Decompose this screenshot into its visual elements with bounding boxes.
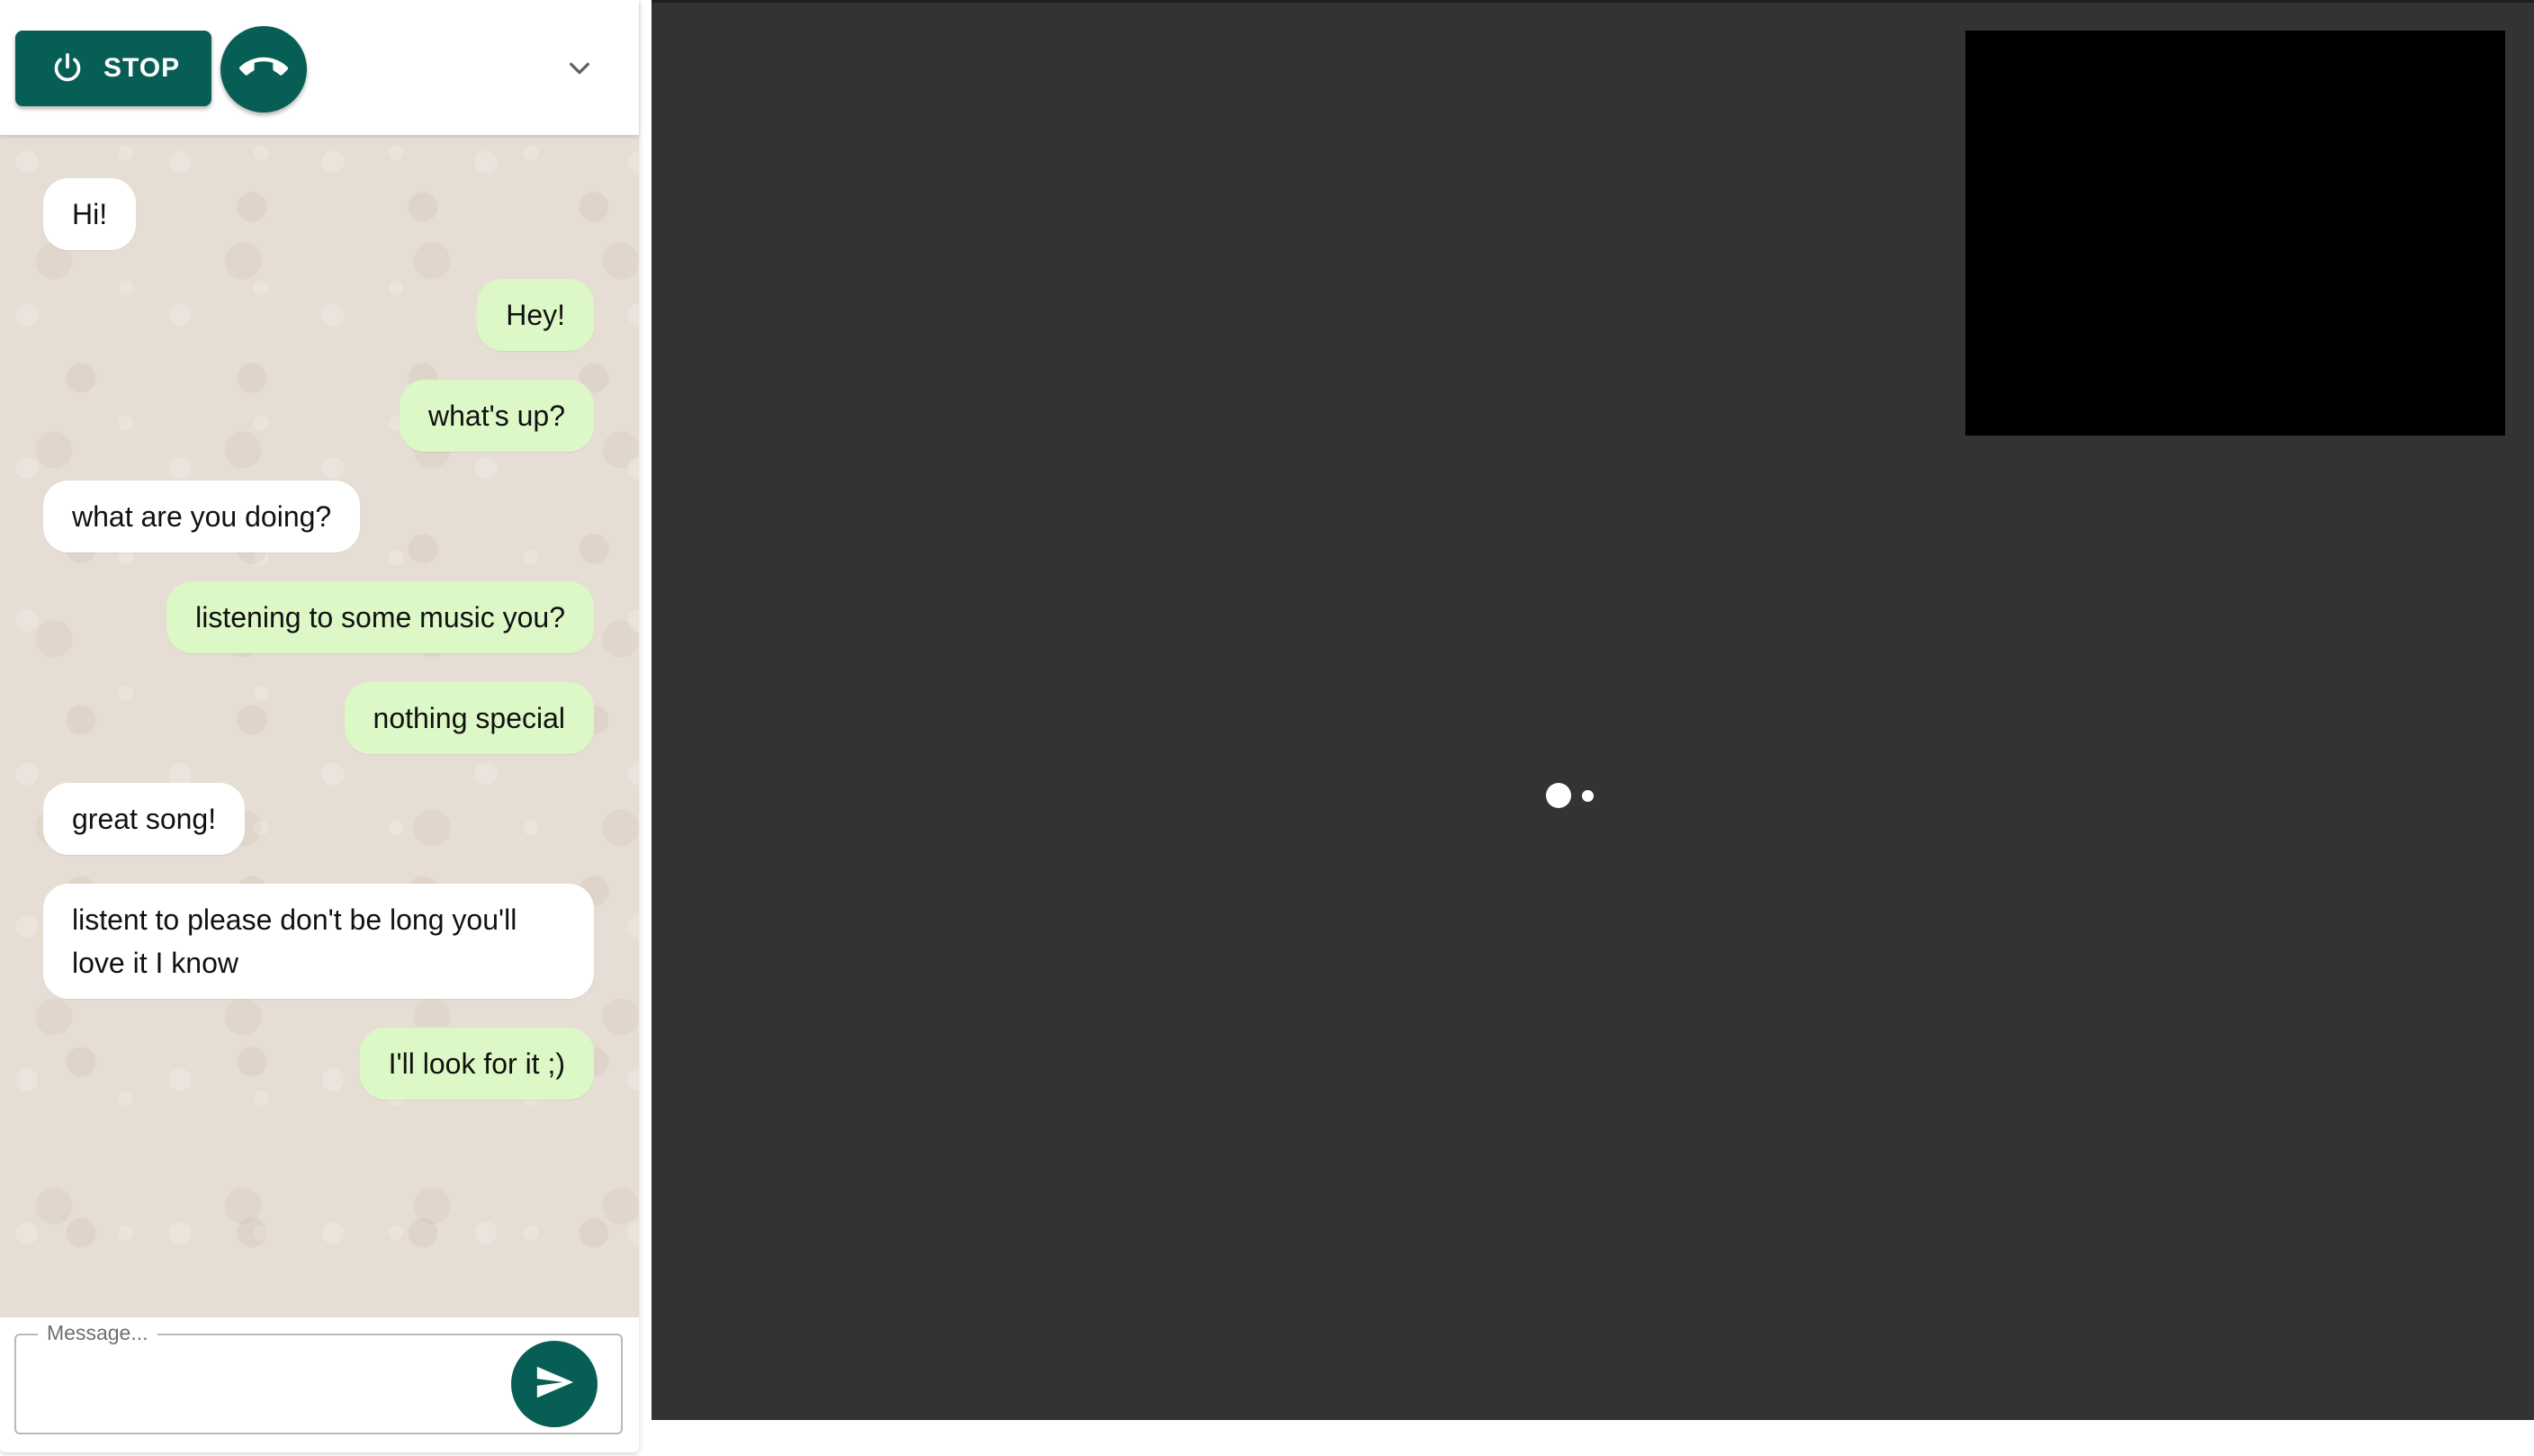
message-sent: what's up? <box>400 380 594 452</box>
send-button[interactable] <box>511 1341 598 1427</box>
message-received: what are you doing? <box>43 481 361 553</box>
hangup-button[interactable] <box>220 26 307 112</box>
message-received: listent to please don't be long you'll l… <box>43 884 594 999</box>
message-sent: listening to some music you? <box>166 581 594 653</box>
remote-video <box>651 0 2534 1420</box>
stop-button[interactable]: STOP <box>15 31 211 106</box>
message-received: Hi! <box>43 178 137 250</box>
loading-indicator <box>1546 783 1618 810</box>
self-video-preview <box>1965 31 2505 436</box>
chevron-down-icon <box>565 54 594 87</box>
chat-header: STOP <box>0 0 639 135</box>
message-sent: nothing special <box>344 682 594 754</box>
message-sent: Hey! <box>477 279 594 351</box>
collapse-toggle[interactable] <box>560 50 599 90</box>
message-sent: I'll look for it ;) <box>359 1028 594 1100</box>
message-list[interactable]: Hi! Hey! what's up? what are you doing? … <box>0 135 639 1317</box>
phone-hangup-icon <box>238 43 288 96</box>
loading-dot <box>1546 783 1571 808</box>
power-icon <box>49 50 85 86</box>
message-input-label: Message... <box>38 1321 157 1345</box>
chat-panel: STOP Hi! Hey! what's up? what are you do… <box>0 0 639 1452</box>
loading-dot <box>1582 790 1594 802</box>
video-top-border <box>651 0 2534 3</box>
stop-label: STOP <box>103 53 181 83</box>
message-received: great song! <box>43 783 246 855</box>
send-icon <box>534 1362 575 1407</box>
